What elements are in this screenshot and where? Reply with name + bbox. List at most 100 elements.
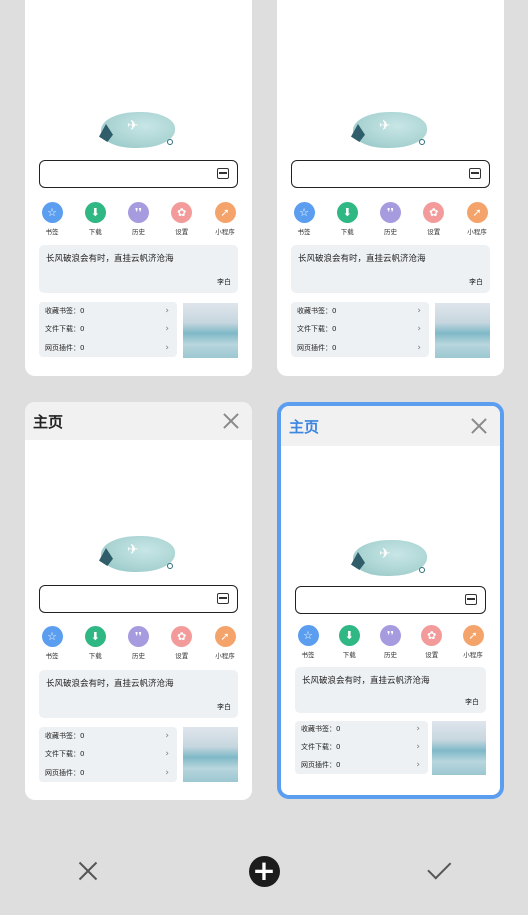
chevron-right-icon: ›: [416, 724, 420, 734]
quick-link-history[interactable]: ❜❜ 历史: [376, 202, 406, 236]
sea-thumbnail: [435, 303, 490, 358]
stat-bookmarks[interactable]: 收藏书签：0 ›: [301, 723, 422, 735]
gear-icon: ✿: [171, 202, 193, 223]
quote-card: 长风破浪会有时，直挂云帆济沧海 李白: [295, 667, 486, 713]
quick-link-downloads[interactable]: ⬇ 下载: [332, 202, 362, 236]
chevron-right-icon: ›: [417, 306, 421, 316]
quick-link-bookmarks[interactable]: ☆ 书签: [289, 202, 319, 236]
tab-header: 主页: [25, 402, 252, 440]
quick-link-settings[interactable]: ✿ 设置: [167, 626, 197, 660]
stat-plugins[interactable]: 网页插件：0 ›: [297, 342, 423, 354]
plus-circle-icon: +: [248, 855, 280, 887]
quick-link-settings[interactable]: ✿ 设置: [167, 202, 197, 236]
gear-icon: ✿: [421, 625, 443, 646]
mini-program-icon: ➚: [462, 625, 484, 646]
close-icon[interactable]: [220, 410, 242, 432]
logo-image: ✈: [351, 540, 427, 576]
bottom-action-bar: +: [0, 830, 528, 915]
search-input[interactable]: [39, 585, 238, 613]
stat-downloads[interactable]: 文件下载：0 ›: [45, 323, 171, 335]
sea-thumbnail: [432, 721, 486, 775]
stat-downloads[interactable]: 文件下载：0 ›: [301, 741, 422, 753]
tab-card-1[interactable]: ✈ ☆ 书签 ⬇ 下载 ❜❜ 历史 ✿ 设置 ➚ 小程序 长风破浪会有时，直挂云帆济沧海 …: [25, 0, 252, 376]
stat-plugins[interactable]: 网页插件：0 ›: [301, 759, 422, 771]
chevron-right-icon: ›: [165, 306, 169, 316]
stats-card: 收藏书签：0 › 文件下载：0 › 网页插件：0 ›: [39, 302, 177, 357]
chevron-right-icon: ›: [416, 742, 420, 752]
footprints-icon: ❜❜: [380, 202, 401, 223]
close-all-tabs-button[interactable]: [71, 854, 105, 888]
gear-icon: ✿: [423, 202, 445, 223]
tab-header: 主页: [281, 406, 500, 446]
close-icon[interactable]: [468, 415, 490, 437]
quick-link-mini-program[interactable]: ➚ 小程序: [210, 626, 240, 660]
quote-card: 长风破浪会有时，直挂云帆济沧海 李白: [291, 245, 490, 293]
new-tab-button[interactable]: +: [247, 854, 281, 888]
logo-image: ✈: [99, 536, 175, 572]
quick-link-history[interactable]: ❜❜ 历史: [124, 202, 154, 236]
chevron-right-icon: ›: [165, 343, 169, 353]
stat-downloads[interactable]: 文件下载：0 ›: [45, 748, 171, 760]
star-icon: ☆: [41, 626, 63, 647]
mini-program-icon: ➚: [466, 202, 488, 223]
quick-link-bookmarks[interactable]: ☆ 书签: [293, 625, 323, 659]
sea-thumbnail: [183, 727, 238, 782]
stat-plugins[interactable]: 网页插件：0 ›: [45, 767, 171, 779]
quote-card: 长风破浪会有时，直挂云帆济沧海 李白: [39, 245, 238, 293]
stats-card: 收藏书签：0 › 文件下载：0 › 网页插件：0 ›: [291, 302, 429, 357]
download-icon: ⬇: [84, 202, 106, 223]
chevron-right-icon: ›: [417, 324, 421, 334]
download-icon: ⬇: [336, 202, 358, 223]
chevron-right-icon: ›: [165, 731, 169, 741]
quick-link-bookmarks[interactable]: ☆ 书签: [37, 202, 67, 236]
stat-bookmarks[interactable]: 收藏书签：0 ›: [297, 305, 423, 317]
stat-plugins[interactable]: 网页插件：0 ›: [45, 342, 171, 354]
gear-icon: ✿: [171, 626, 193, 647]
chevron-right-icon: ›: [165, 324, 169, 334]
chevron-right-icon: ›: [417, 343, 421, 353]
quick-link-downloads[interactable]: ⬇ 下载: [334, 625, 364, 659]
search-input[interactable]: [291, 160, 490, 188]
quick-link-mini-program[interactable]: ➚ 小程序: [210, 202, 240, 236]
stat-downloads[interactable]: 文件下载：0 ›: [297, 323, 423, 335]
tab-title: 主页: [33, 412, 64, 431]
star-icon: ☆: [297, 625, 319, 646]
quote-card: 长风破浪会有时，直挂云帆济沧海 李白: [39, 670, 238, 718]
tab-title: 主页: [289, 417, 320, 436]
footprints-icon: ❜❜: [128, 202, 149, 223]
tab-card-2[interactable]: ✈ ☆ 书签 ⬇ 下载 ❜❜ 历史 ✿ 设置 ➚ 小程序 长风破浪会有时，直挂云帆济沧海 …: [277, 0, 504, 376]
scan-icon[interactable]: [217, 593, 229, 604]
download-icon: ⬇: [84, 626, 106, 647]
quick-link-settings[interactable]: ✿ 设置: [419, 202, 449, 236]
search-input[interactable]: [39, 160, 238, 188]
checkmark-icon: [427, 855, 452, 880]
chevron-right-icon: ›: [416, 760, 420, 770]
quick-link-mini-program[interactable]: ➚ 小程序: [458, 625, 488, 659]
quick-link-bookmarks[interactable]: ☆ 书签: [37, 626, 67, 660]
quick-link-history[interactable]: ❜❜ 历史: [376, 625, 406, 659]
done-button[interactable]: [423, 854, 457, 888]
footprints-icon: ❜❜: [380, 625, 401, 646]
sea-thumbnail: [183, 303, 238, 358]
search-input[interactable]: [295, 586, 486, 614]
stats-card: 收藏书签：0 › 文件下载：0 › 网页插件：0 ›: [39, 727, 177, 782]
download-icon: ⬇: [338, 625, 360, 646]
tab-card-3[interactable]: 主页 ✈ ☆ 书签 ⬇ 下载 ❜❜ 历史 ✿ 设置 ➚ 小程序 长风破浪会有时，直挂云帆济…: [25, 402, 252, 800]
quick-link-downloads[interactable]: ⬇ 下载: [80, 202, 110, 236]
quick-link-mini-program[interactable]: ➚ 小程序: [462, 202, 492, 236]
quick-link-downloads[interactable]: ⬇ 下载: [80, 626, 110, 660]
scan-icon[interactable]: [465, 594, 477, 605]
tab-card-4-active[interactable]: 主页 ✈ ☆ 书签 ⬇ 下载 ❜❜ 历史 ✿ 设置 ➚ 小程序 长风破浪会有时，直挂云帆济…: [277, 402, 504, 799]
close-icon: [76, 859, 100, 883]
logo-image: ✈: [351, 112, 427, 148]
quick-link-history[interactable]: ❜❜ 历史: [124, 626, 154, 660]
stat-bookmarks[interactable]: 收藏书签：0 ›: [45, 730, 171, 742]
logo-image: ✈: [99, 112, 175, 148]
stat-bookmarks[interactable]: 收藏书签：0 ›: [45, 305, 171, 317]
quick-link-settings[interactable]: ✿ 设置: [417, 625, 447, 659]
scan-icon[interactable]: [469, 168, 481, 179]
mini-program-icon: ➚: [214, 202, 236, 223]
footprints-icon: ❜❜: [128, 626, 149, 647]
chevron-right-icon: ›: [165, 768, 169, 778]
scan-icon[interactable]: [217, 168, 229, 179]
